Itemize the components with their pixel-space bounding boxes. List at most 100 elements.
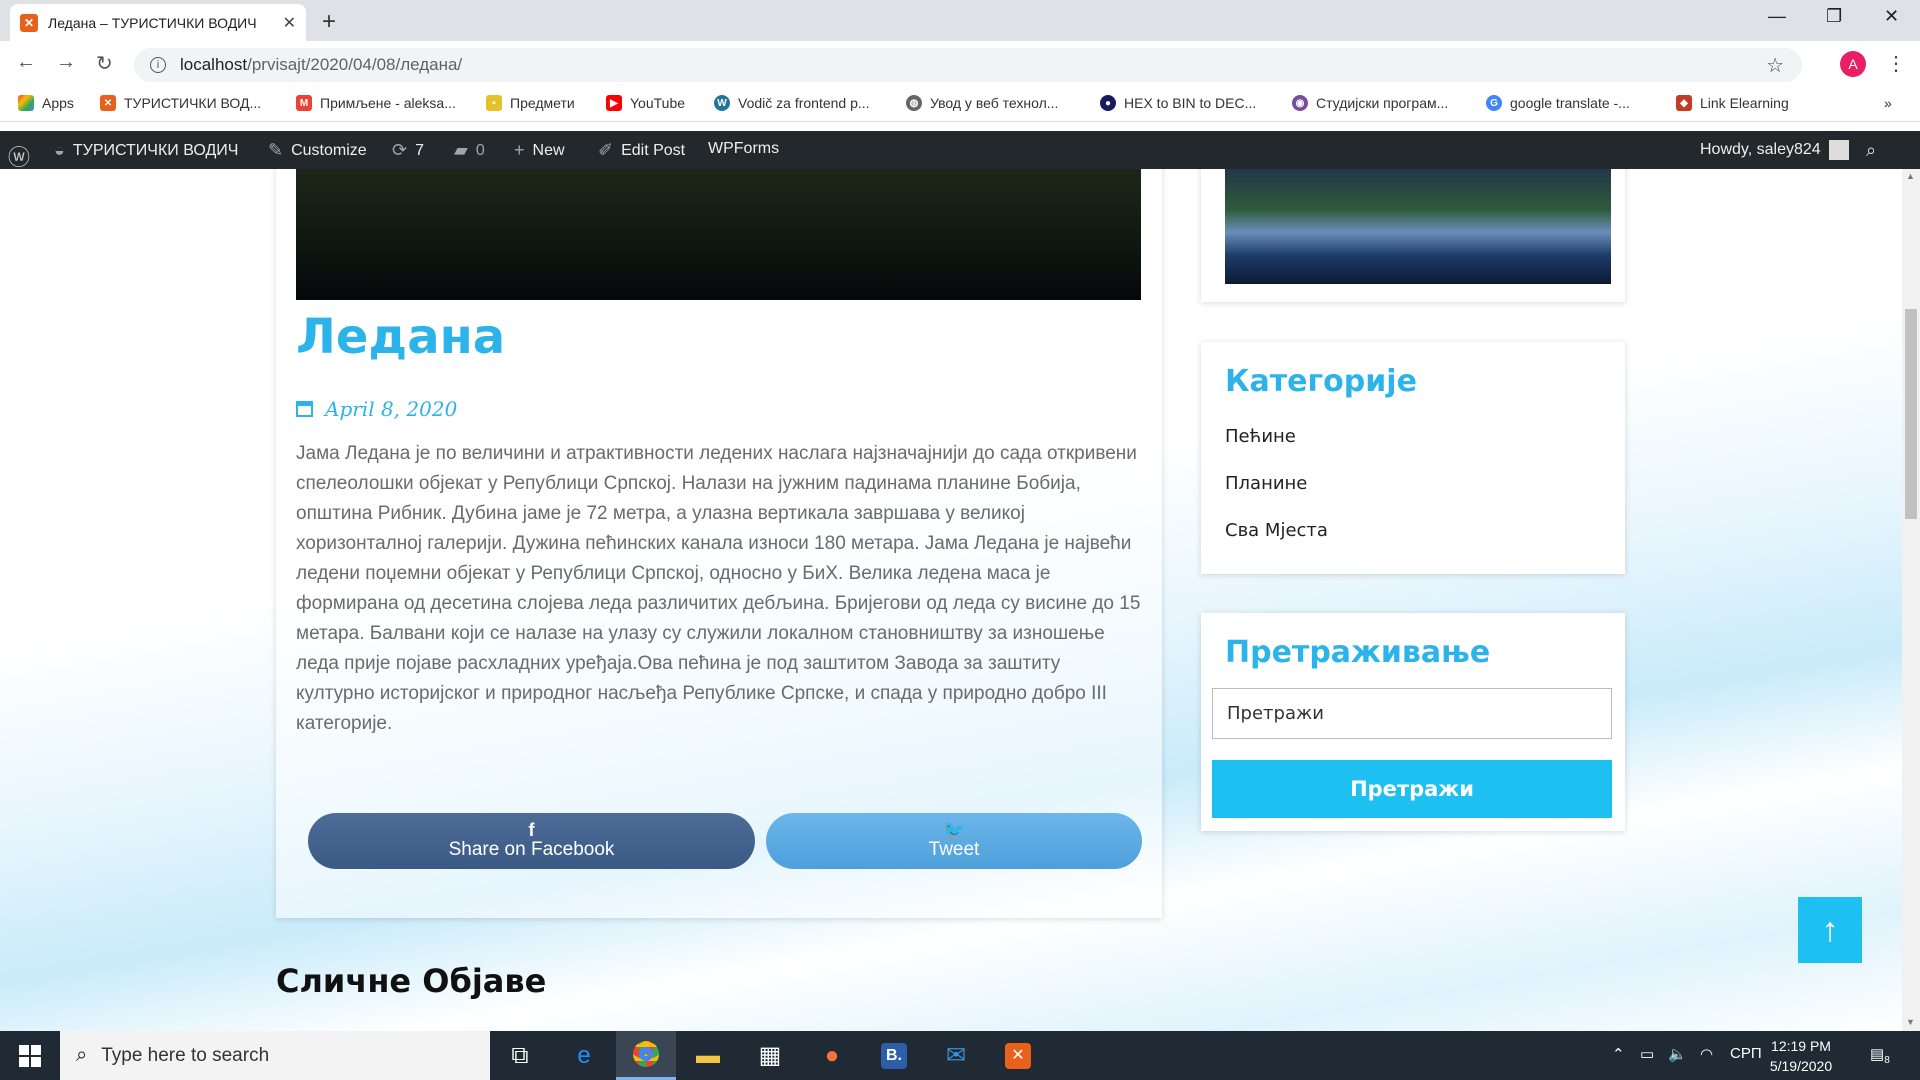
search-title: Претраживање — [1225, 635, 1491, 670]
scroll-up-icon[interactable]: ▲ — [1906, 171, 1915, 181]
bookmark-item[interactable]: ▪ Предмети — [486, 95, 575, 111]
taskbar-clock[interactable]: 12:19 PM 5/19/2020 — [1756, 1036, 1846, 1076]
firefox-icon[interactable]: ● — [802, 1031, 862, 1080]
admin-wpforms[interactable]: WPForms — [708, 140, 779, 158]
post-body: Јама Ледана је по величини и атрактивнос… — [296, 443, 1141, 734]
facebook-icon: f — [528, 820, 535, 840]
bitrix-icon[interactable]: B. — [864, 1031, 924, 1080]
dashboard-icon: ◒ — [54, 140, 65, 160]
google-icon: G — [1486, 95, 1502, 111]
store-icon[interactable]: ▦ — [740, 1031, 800, 1080]
edge-icon[interactable]: e — [554, 1031, 614, 1080]
browser-tab[interactable]: ✕ Ледана – ТУРИСТИЧКИ ВОДИЧ ✕ — [10, 4, 306, 41]
search-icon: ⌕ — [76, 1044, 88, 1066]
reload-icon[interactable]: ↻ — [96, 51, 113, 76]
wifi-icon[interactable]: ◠ — [1700, 1045, 1713, 1063]
categories-title: Категорије — [1225, 364, 1417, 399]
bookmark-item[interactable]: ◆ Link Elearning — [1676, 95, 1789, 111]
bookmark-item[interactable]: G google translate -... — [1486, 95, 1630, 111]
category-link[interactable]: Планине — [1225, 473, 1307, 494]
xampp-icon[interactable]: ✕ — [988, 1031, 1048, 1080]
category-link[interactable]: Пећине — [1225, 426, 1296, 447]
apps-grid-icon — [18, 95, 34, 111]
post-title: Ледана — [296, 309, 506, 365]
search-input[interactable]: Претражи — [1212, 688, 1612, 739]
bookmark-star-icon[interactable]: ☆ — [1766, 53, 1784, 78]
category-link[interactable]: Сва Мјеста — [1225, 520, 1328, 541]
admin-comments[interactable]: ▰ 0 — [454, 140, 485, 161]
new-tab-icon[interactable]: + — [322, 8, 336, 36]
wordpress-icon: ⓦ — [8, 145, 31, 170]
bookmark-item[interactable]: ● HEX to BIN to DEC... — [1100, 95, 1256, 111]
bookmark-item[interactable]: ◉ Студијски програм... — [1292, 95, 1448, 111]
brush-icon: ✎ — [268, 140, 284, 160]
battery-icon[interactable]: ▭ — [1640, 1045, 1654, 1063]
twitter-icon: 🐦 — [942, 820, 966, 840]
profile-avatar[interactable]: A — [1840, 51, 1866, 77]
youtube-icon: ▶ — [606, 95, 622, 111]
restore-icon[interactable]: ❐ — [1826, 6, 1842, 27]
share-facebook-button[interactable]: f Share on Facebook — [308, 813, 755, 869]
calendar-icon — [296, 401, 313, 417]
plus-icon: + — [514, 140, 525, 160]
tweet-button[interactable]: 🐦 Tweet — [766, 813, 1142, 869]
admin-new[interactable]: + New — [514, 140, 565, 161]
mail-icon[interactable]: ✉ — [926, 1031, 986, 1080]
admin-edit-post[interactable]: ✐ Edit Post — [598, 140, 685, 161]
bookmark-item[interactable]: ◍ Увод у веб технол... — [906, 95, 1058, 111]
pencil-icon: ✐ — [598, 140, 614, 160]
post-date[interactable]: April 8, 2020 — [296, 397, 457, 421]
related-posts-heading: Сличне Објаве — [276, 962, 547, 1000]
admin-customize[interactable]: ✎ Customize — [268, 140, 367, 161]
page-content: Ледана April 8, 2020 Јама Ледана је по в… — [0, 169, 1902, 1031]
admin-site-name[interactable]: ◒ ТУРИСТИЧКИ ВОДИЧ — [54, 140, 238, 161]
search-widget: Претраживање Претражи Претражи — [1201, 613, 1625, 831]
xampp-icon: ✕ — [100, 95, 116, 111]
bookmark-apps[interactable]: Apps — [18, 95, 74, 111]
admin-account[interactable]: Howdy, saley824 — [1700, 140, 1849, 160]
windows-icon — [19, 1044, 41, 1067]
elearning-icon: ◆ — [1676, 95, 1692, 111]
wordpress-logo[interactable]: ⓦ — [8, 140, 38, 172]
volume-icon[interactable]: 🔈 — [1668, 1045, 1687, 1063]
bookmark-item[interactable]: W Vodič za frontend p... — [714, 95, 870, 111]
search-button[interactable]: Претражи — [1212, 760, 1612, 818]
address-bar[interactable]: i localhost/prvisajt/2020/04/08/ледана/ … — [134, 48, 1802, 82]
page-scrollbar[interactable]: ▲ ▼ — [1902, 169, 1920, 1031]
bookmark-item[interactable]: ▶ YouTube — [606, 95, 685, 111]
classroom-icon: ▪ — [486, 95, 502, 111]
back-to-top-button[interactable]: ↑ — [1798, 897, 1862, 963]
task-view-icon[interactable]: ⧉ — [490, 1031, 550, 1080]
windows-taskbar: ⌕ Type here to search ⧉ e ▬ ▦ ● B. ✉ ✕ ⌃… — [0, 1031, 1920, 1080]
window-close-icon[interactable]: ✕ — [1884, 6, 1899, 27]
tab-title: Ледана – ТУРИСТИЧКИ ВОДИЧ — [48, 14, 257, 31]
file-explorer-icon[interactable]: ▬ — [678, 1031, 738, 1080]
hex-converter-icon: ● — [1100, 95, 1116, 111]
notification-center-icon[interactable]: ▤8 — [1870, 1045, 1890, 1066]
info-icon[interactable]: i — [150, 57, 166, 73]
waterfall-image[interactable] — [1225, 169, 1611, 284]
close-icon[interactable]: ✕ — [283, 13, 296, 33]
bookmarks-bar: Apps ✕ ТУРИСТИЧКИ ВОД... M Примљене - al… — [0, 88, 1920, 122]
bookmark-item[interactable]: M Примљене - aleksa... — [296, 95, 456, 111]
scroll-thumb[interactable] — [1905, 309, 1917, 519]
url-text: localhost/prvisajt/2020/04/08/ледана/ — [180, 55, 463, 74]
university-icon: ◉ — [1292, 95, 1308, 111]
menu-icon[interactable]: ⋮ — [1886, 51, 1906, 76]
chrome-icon[interactable] — [616, 1031, 676, 1080]
bookmark-item[interactable]: ✕ ТУРИСТИЧКИ ВОД... — [100, 95, 261, 111]
scroll-down-icon[interactable]: ▼ — [1906, 1017, 1915, 1027]
admin-updates[interactable]: ⟳ 7 — [392, 140, 424, 161]
taskbar-search[interactable]: ⌕ Type here to search — [60, 1031, 490, 1080]
globe-icon: ◍ — [906, 95, 922, 111]
back-icon[interactable]: ← — [16, 51, 36, 74]
sidebar-image-widget — [1201, 169, 1625, 302]
start-button[interactable] — [0, 1031, 60, 1080]
more-bookmarks-icon[interactable]: » — [1884, 95, 1892, 111]
admin-search[interactable]: ⌕ — [1866, 140, 1884, 161]
search-icon: ⌕ — [1866, 140, 1877, 160]
show-hidden-icons[interactable]: ⌃ — [1612, 1045, 1625, 1063]
forward-icon[interactable]: → — [56, 51, 76, 74]
browser-toolbar: ← → ↻ i localhost/prvisajt/2020/04/08/ле… — [0, 41, 1920, 88]
minimize-icon[interactable]: — — [1768, 6, 1786, 27]
